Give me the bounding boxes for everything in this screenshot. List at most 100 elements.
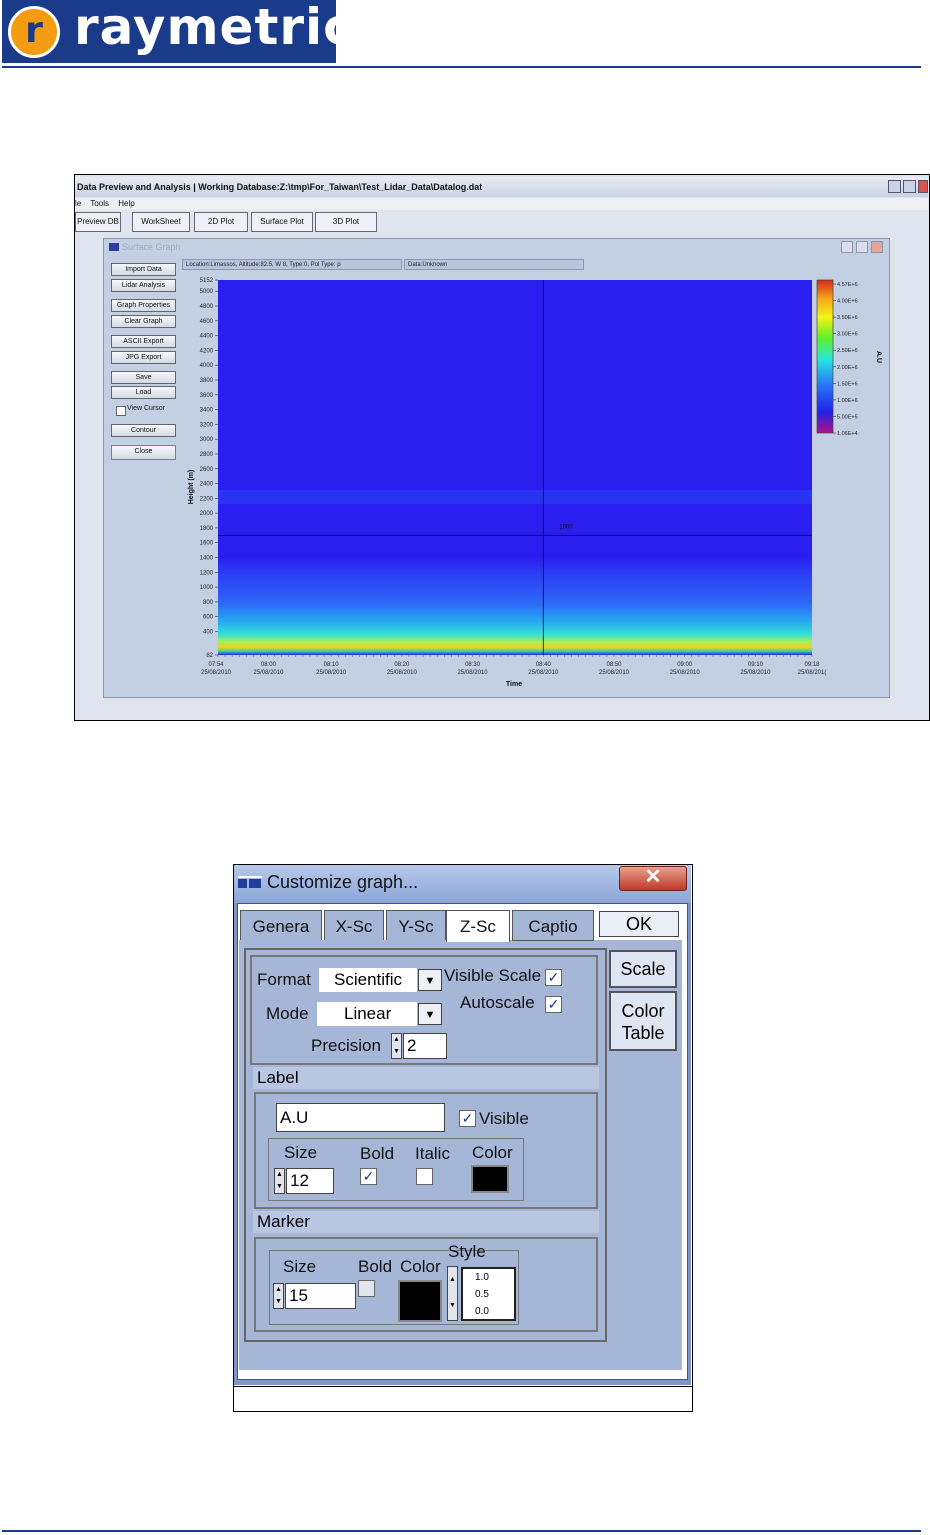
tab-general[interactable]: Genera bbox=[240, 910, 322, 941]
tab-2d-plot[interactable]: 2D Plot bbox=[194, 212, 248, 232]
header-divider bbox=[2, 66, 921, 68]
heatmap-area bbox=[218, 280, 812, 655]
marker-bold-checkbox[interactable] bbox=[358, 1280, 375, 1297]
close-icon[interactable] bbox=[918, 180, 928, 193]
label-bold-label: Bold bbox=[360, 1144, 395, 1163]
y-tick-label: 2200 bbox=[200, 496, 214, 502]
y-tick-label: 2800 bbox=[200, 452, 214, 458]
logo-badge: r bbox=[8, 6, 60, 58]
format-label: Format bbox=[257, 970, 311, 989]
label-bold-checkbox[interactable]: ✓ bbox=[360, 1168, 377, 1185]
label-size-spinner-icon[interactable]: ▲ ▼ bbox=[274, 1168, 285, 1194]
z-axis-label: A.U bbox=[875, 351, 882, 363]
contour-button[interactable]: Contour bbox=[111, 424, 176, 437]
marker-style-spinner-icon[interactable]: ▲ ▼ bbox=[447, 1266, 458, 1321]
sg-close-icon[interactable] bbox=[871, 241, 883, 253]
menu-tools[interactable]: Tools bbox=[90, 199, 109, 208]
label-visible-label: Visible bbox=[479, 1109, 529, 1128]
colorbar-label: 4.00E+6 bbox=[837, 299, 858, 305]
tab-y-scale[interactable]: Y-Sc bbox=[386, 910, 446, 941]
cursor-label: 1600 bbox=[559, 524, 573, 530]
label-color-label: Color bbox=[472, 1143, 513, 1162]
y-tick-label: 3600 bbox=[200, 393, 214, 399]
y-tick-label: 5000 bbox=[200, 289, 214, 295]
tab-3d-plot[interactable]: 3D Plot bbox=[315, 212, 377, 232]
colorbar-label: 2.00E+6 bbox=[837, 365, 858, 371]
label-size-input[interactable]: 12 bbox=[286, 1168, 334, 1194]
window-icon bbox=[109, 243, 119, 251]
mode-dropdown-icon[interactable]: ▼ bbox=[418, 1003, 442, 1025]
format-dropdown-icon[interactable]: ▼ bbox=[418, 969, 442, 991]
tab-x-scale[interactable]: X-Sc bbox=[324, 910, 384, 941]
close-button[interactable]: Close bbox=[111, 445, 176, 460]
sg-maximize-icon[interactable] bbox=[856, 241, 868, 253]
y-tick-label: 3800 bbox=[200, 378, 214, 384]
tab-caption[interactable]: Captio bbox=[512, 910, 594, 941]
precision-input[interactable]: 2 bbox=[403, 1033, 447, 1059]
color-table-button[interactable]: Color Table bbox=[609, 991, 677, 1051]
x-tick-date: 25/08/2010 bbox=[387, 670, 418, 676]
label-section-title: Label bbox=[253, 1067, 599, 1089]
y-tick-label: 4200 bbox=[200, 348, 214, 354]
y-tick-label: 3400 bbox=[200, 408, 214, 414]
marker-style-preview[interactable]: 1.0 0.5 0.0 bbox=[461, 1267, 516, 1321]
label-text-input[interactable]: A.U bbox=[276, 1103, 445, 1132]
x-tick-time: 09:10 bbox=[748, 662, 764, 668]
y-tick-label: 1200 bbox=[200, 570, 214, 576]
clear-graph-button[interactable]: Clear Graph bbox=[111, 315, 176, 328]
format-select[interactable]: Scientific bbox=[319, 968, 417, 992]
data-info: Data:Unknown bbox=[404, 259, 584, 270]
style-tick-1: 1.0 bbox=[475, 1272, 489, 1283]
label-visible-checkbox[interactable]: ✓ bbox=[459, 1110, 476, 1127]
raymetrics-logo: r raymetrics bbox=[2, 0, 384, 63]
view-cursor-checkbox[interactable] bbox=[116, 406, 126, 416]
y-tick-label: 3000 bbox=[200, 437, 214, 443]
minimize-icon[interactable] bbox=[888, 180, 901, 193]
precision-spinner-icon[interactable]: ▲ ▼ bbox=[391, 1033, 402, 1059]
x-tick-time: 08:50 bbox=[606, 662, 622, 668]
tab-worksheet[interactable]: WorkSheet bbox=[132, 212, 190, 232]
dialog-close-icon[interactable]: ✕ bbox=[619, 866, 687, 891]
scale-button[interactable]: Scale bbox=[609, 950, 677, 988]
label-size-label: Size bbox=[284, 1143, 318, 1162]
menu-help[interactable]: Help bbox=[118, 199, 134, 208]
marker-size-spinner-icon[interactable]: ▲ ▼ bbox=[273, 1283, 284, 1309]
tab-z-scale[interactable]: Z-Sc bbox=[446, 910, 510, 942]
ascii-export-button[interactable]: ASCII Export bbox=[111, 335, 176, 348]
colorbar-label: 5.00E+5 bbox=[837, 414, 858, 420]
y-tick-label: 1600 bbox=[200, 541, 214, 547]
x-tick-date: 25/08/2010 bbox=[740, 670, 771, 676]
jpg-export-button[interactable]: JPG Export bbox=[111, 351, 176, 364]
graph-properties-button[interactable]: Graph Properties bbox=[111, 299, 176, 312]
y-tick-label: 5152 bbox=[200, 278, 214, 284]
y-tick-label: 400 bbox=[203, 629, 214, 635]
y-tick-label: 2000 bbox=[200, 511, 214, 517]
maximize-icon[interactable] bbox=[903, 180, 916, 193]
import-data-button[interactable]: Import Data bbox=[111, 263, 176, 276]
y-tick-label: 2400 bbox=[200, 482, 214, 488]
label-italic-checkbox[interactable] bbox=[416, 1168, 433, 1185]
mode-select[interactable]: Linear bbox=[317, 1002, 417, 1026]
marker-color-label: Color bbox=[400, 1257, 441, 1276]
label-color-swatch[interactable] bbox=[471, 1165, 509, 1193]
visible-scale-checkbox[interactable]: ✓ bbox=[545, 969, 562, 986]
ok-button[interactable]: OK bbox=[599, 911, 679, 937]
tab-surface-plot[interactable]: Surface Plot bbox=[251, 212, 313, 232]
tab-preview-db[interactable]: Preview DB bbox=[75, 212, 121, 232]
save-button[interactable]: Save bbox=[111, 371, 176, 384]
x-tick-date: 25/08/2010 bbox=[670, 670, 701, 676]
marker-size-input[interactable]: 15 bbox=[285, 1283, 356, 1309]
autoscale-checkbox[interactable]: ✓ bbox=[545, 996, 562, 1013]
colorbar-label: 2.50E+6 bbox=[837, 348, 858, 354]
y-tick-label: 82 bbox=[206, 653, 213, 659]
x-tick-time: 08:00 bbox=[261, 662, 277, 668]
lidar-analysis-button[interactable]: Lidar Analysis bbox=[111, 279, 176, 292]
x-tick-date: 25/08/2010 bbox=[528, 670, 559, 676]
surface-plot: 1600 5152 5000 4800 4600 4400 4200 4000 3800 360… bbox=[188, 278, 882, 688]
colorbar-labels: 4.57E+6 4.00E+6 3.50E+6 3.00E+6 2.50E+6 2.00E… bbox=[833, 282, 858, 437]
load-button[interactable]: Load bbox=[111, 386, 176, 399]
sg-minimize-icon[interactable] bbox=[841, 241, 853, 253]
marker-color-swatch[interactable] bbox=[398, 1280, 442, 1322]
menu-file[interactable]: le bbox=[75, 199, 81, 208]
marker-bold-label: Bold bbox=[358, 1257, 393, 1276]
